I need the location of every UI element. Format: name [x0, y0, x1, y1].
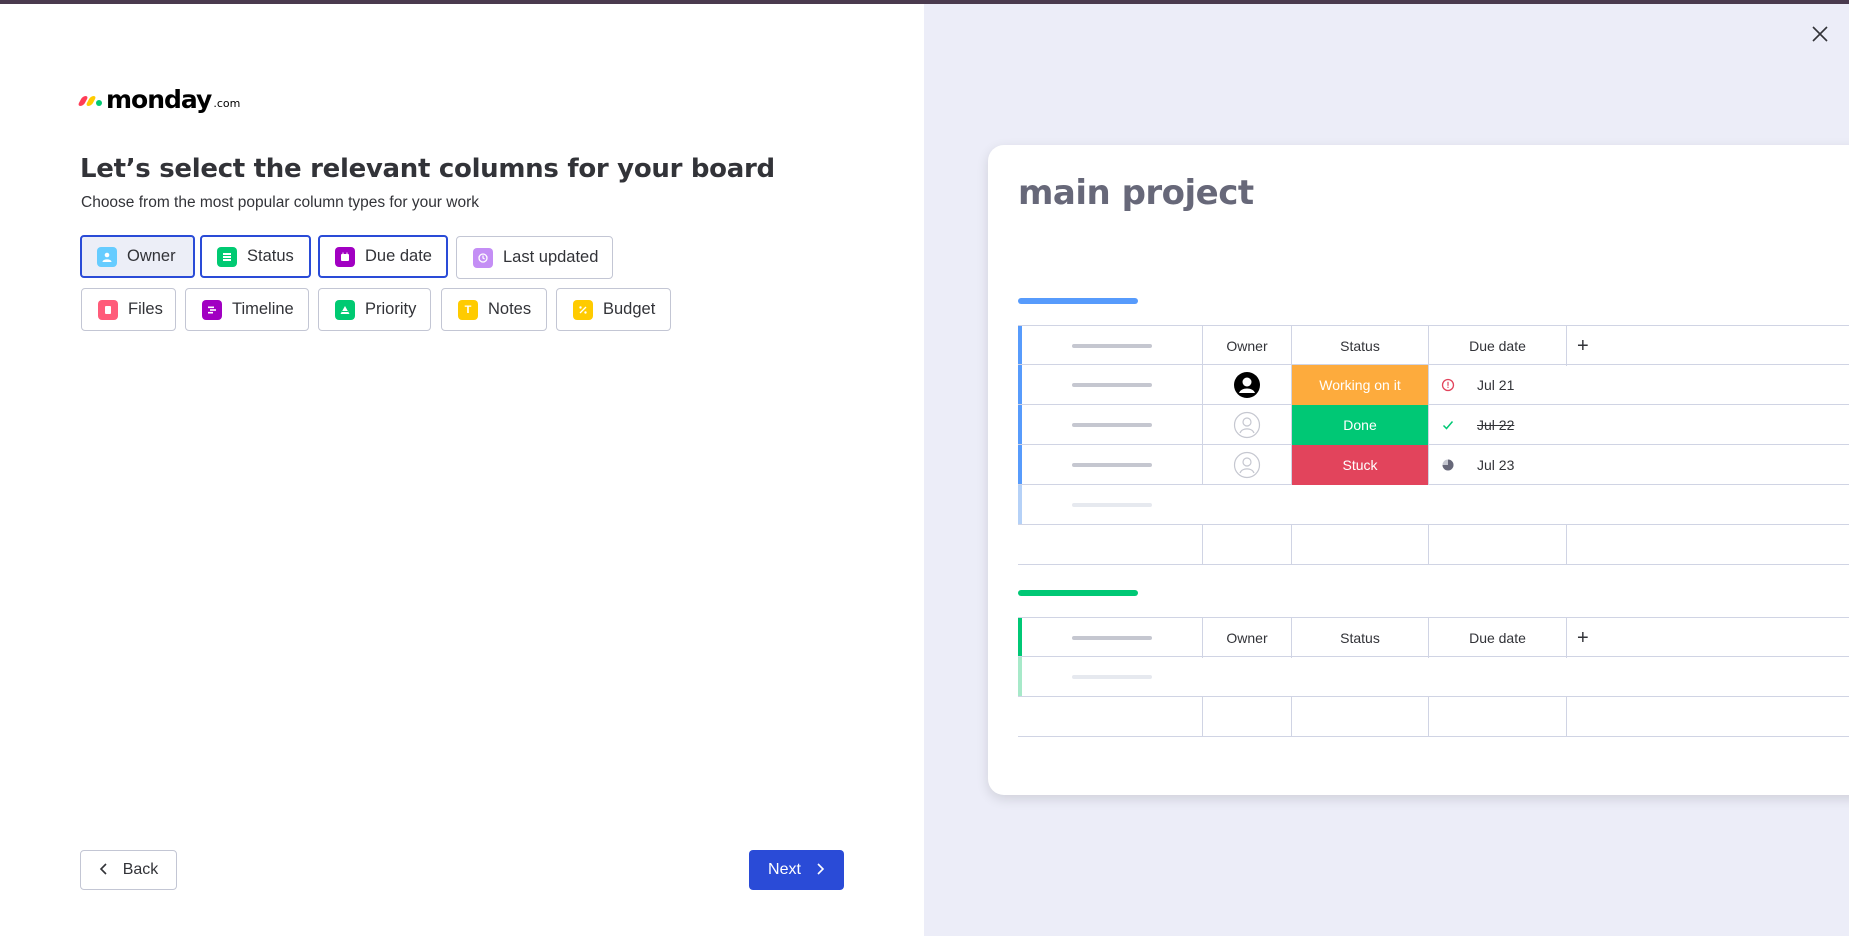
table-header-row: Owner Status Due date + — [1018, 617, 1849, 658]
chip-label: Budget — [603, 300, 656, 318]
next-button[interactable]: Next — [749, 850, 844, 890]
column-chip-owner[interactable]: Owner — [80, 235, 195, 278]
calendar-icon — [335, 246, 355, 267]
monday-logo: monday .com — [77, 84, 241, 114]
header-due-date: Due date — [1428, 326, 1566, 366]
chip-label: Owner — [127, 247, 176, 265]
date-text: Jul 21 — [1477, 377, 1515, 393]
date-text: Jul 23 — [1477, 457, 1515, 473]
page-title: Let’s select the relevant columns for yo… — [80, 154, 775, 184]
group-2-table: Owner Status Due date + — [1018, 617, 1849, 737]
priority-icon — [335, 299, 355, 320]
chip-label: Priority — [365, 300, 417, 318]
left-panel: monday .com Let’s select the relevant co… — [0, 4, 924, 936]
file-icon — [98, 299, 118, 320]
chip-label: Timeline — [232, 300, 294, 318]
header-status: Status — [1291, 326, 1428, 366]
header-status: Status — [1291, 618, 1428, 658]
alert-icon — [1441, 378, 1455, 392]
status-cell: Stuck — [1291, 445, 1428, 485]
owner-avatar — [1202, 365, 1291, 405]
back-button[interactable]: Back — [80, 850, 177, 890]
column-chip-files[interactable]: Files — [81, 288, 176, 331]
chip-label: Notes — [488, 300, 532, 318]
check-icon — [1441, 418, 1455, 432]
table-row: Working on it Jul 21 — [1018, 365, 1849, 405]
group-1-table: Owner Status Due date + Working on it Ju… — [1018, 325, 1849, 565]
add-item-row — [1018, 485, 1849, 525]
table-row: Done Jul 22 — [1018, 405, 1849, 445]
empty-avatar-icon — [1233, 411, 1261, 439]
clock-icon — [473, 247, 493, 268]
logo-mark — [77, 92, 102, 106]
summary-row — [1018, 525, 1849, 565]
page-subtitle: Choose from the most popular column type… — [81, 194, 480, 211]
chevron-right-icon — [815, 862, 825, 878]
status-cell: Done — [1291, 405, 1428, 445]
logo-text: monday — [106, 84, 212, 114]
owner-avatar — [1202, 405, 1291, 445]
logo-suffix: .com — [213, 96, 241, 110]
date-text: Jul 22 — [1477, 417, 1515, 433]
column-chip-budget[interactable]: Budget — [556, 288, 671, 331]
close-icon[interactable] — [1808, 22, 1832, 46]
person-icon — [97, 246, 117, 267]
group-1-title-bar — [1018, 298, 1138, 304]
text-icon: T — [458, 299, 478, 320]
empty-avatar-icon — [1233, 451, 1261, 479]
summary-row — [1018, 697, 1849, 737]
header-owner: Owner — [1202, 326, 1291, 366]
column-chip-timeline[interactable]: Timeline — [185, 288, 309, 331]
board-preview-card: main project Owner Status Due date + Wor… — [988, 145, 1849, 795]
chip-label: Status — [247, 247, 294, 265]
filled-avatar-icon — [1234, 372, 1260, 398]
chevron-left-icon — [99, 862, 109, 878]
table-header-row: Owner Status Due date + — [1018, 325, 1849, 366]
header-due-date: Due date — [1428, 618, 1566, 658]
half-circle-icon — [1441, 458, 1455, 472]
date-cell: Jul 23 — [1428, 445, 1566, 485]
add-column-plus-icon: + — [1566, 618, 1849, 658]
table-row: Stuck Jul 23 — [1018, 445, 1849, 485]
group-2-title-bar — [1018, 590, 1138, 596]
column-chip-due-date[interactable]: Due date — [318, 235, 448, 278]
budget-icon — [573, 299, 593, 320]
status-cell: Working on it — [1291, 365, 1428, 405]
header-owner: Owner — [1202, 618, 1291, 658]
board-title: main project — [1018, 173, 1254, 213]
add-item-row — [1018, 657, 1849, 697]
date-cell: Jul 22 — [1428, 405, 1566, 445]
chip-label: Last updated — [503, 248, 599, 266]
column-chip-last-updated[interactable]: Last updated — [456, 236, 613, 279]
chip-label: Files — [128, 300, 163, 318]
column-chip-status[interactable]: Status — [200, 235, 311, 278]
timeline-icon — [202, 299, 222, 320]
owner-avatar — [1202, 445, 1291, 485]
add-column-plus-icon: + — [1566, 326, 1849, 366]
status-icon — [217, 246, 237, 267]
column-chip-priority[interactable]: Priority — [318, 288, 431, 331]
chip-label: Due date — [365, 247, 432, 265]
date-cell: Jul 21 — [1428, 365, 1566, 405]
column-chip-notes[interactable]: T Notes — [441, 288, 547, 331]
next-label: Next — [768, 861, 801, 878]
back-label: Back — [122, 861, 159, 878]
